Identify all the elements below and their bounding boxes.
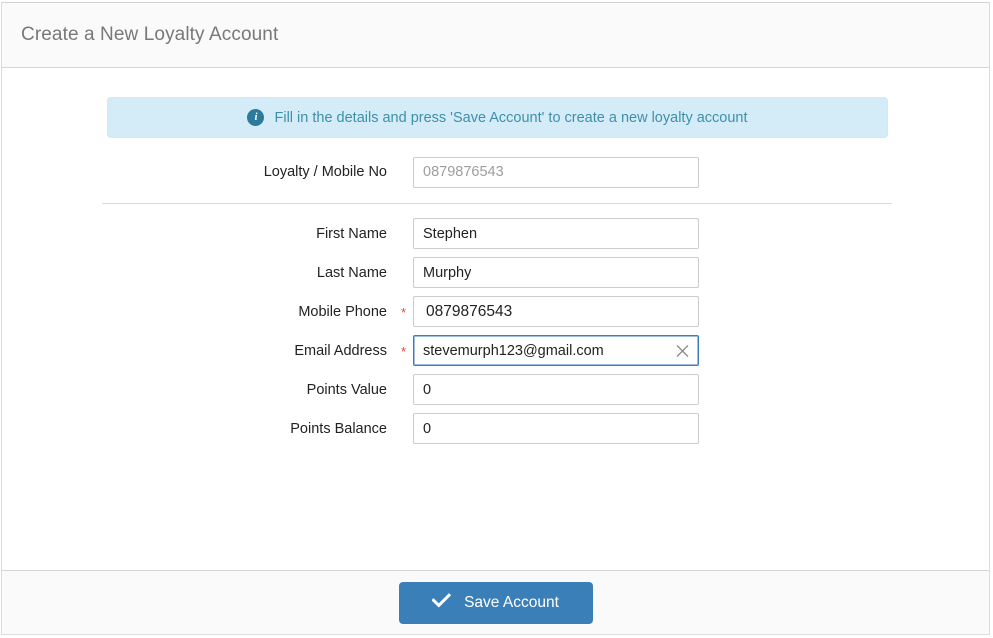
points-value-value: 0 <box>423 381 432 398</box>
page-title: Create a New Loyalty Account <box>21 24 279 45</box>
mobile-phone-input[interactable]: 0879876543 <box>413 296 699 327</box>
label-first-name: First Name <box>316 225 387 242</box>
email-address-value: stevemurph123@gmail.com <box>423 342 604 359</box>
save-account-button[interactable]: Save Account <box>398 581 593 624</box>
last-name-value: Murphy <box>423 264 472 281</box>
save-account-label: Save Account <box>464 593 559 611</box>
panel-body: i Fill in the details and press 'Save Ac… <box>2 68 989 570</box>
form-row-mobile-phone: Mobile Phone * 0879876543 <box>2 292 989 331</box>
form-row-loyalty-mobile-no: Loyalty / Mobile No 0879876543 <box>2 152 989 192</box>
loyalty-mobile-no-placeholder: 0879876543 <box>423 164 504 180</box>
label-loyalty-mobile-no: Loyalty / Mobile No <box>263 164 387 180</box>
info-circle-icon: i <box>247 109 265 126</box>
label-points-value: Points Value <box>306 381 387 398</box>
panel-footer: Save Account <box>2 570 989 634</box>
close-icon[interactable] <box>675 343 690 358</box>
form-row-last-name: Last Name Murphy <box>2 253 989 292</box>
last-name-input[interactable]: Murphy <box>413 257 699 288</box>
section-divider <box>102 203 892 204</box>
label-last-name: Last Name <box>316 264 387 281</box>
label-mobile-phone: Mobile Phone <box>298 303 387 320</box>
points-value-input[interactable]: 0 <box>413 374 699 405</box>
form-row-email-address: Email Address * stevemurph123@gmail.com <box>2 331 989 370</box>
required-indicator-mobile-phone: * <box>401 304 407 320</box>
form-row-points-balance: Points Balance 0 <box>2 409 989 448</box>
form-row-points-value: Points Value 0 <box>2 370 989 409</box>
first-name-value: Stephen <box>423 225 478 242</box>
label-email-address: Email Address <box>294 342 387 359</box>
first-name-input[interactable]: Stephen <box>413 218 699 249</box>
info-banner-text: Fill in the details and press 'Save Acco… <box>274 109 748 126</box>
points-balance-input[interactable]: 0 <box>413 413 699 444</box>
label-points-balance: Points Balance <box>290 420 387 437</box>
panel-header: Create a New Loyalty Account <box>2 3 989 68</box>
loyalty-mobile-no-input[interactable]: 0879876543 <box>413 156 699 188</box>
email-address-input[interactable]: stevemurph123@gmail.com <box>413 335 699 366</box>
required-indicator-email-address: * <box>401 343 407 359</box>
divider-wrapper <box>2 192 989 214</box>
info-banner: i Fill in the details and press 'Save Ac… <box>107 97 888 138</box>
check-icon <box>431 592 452 613</box>
info-banner-inner: i Fill in the details and press 'Save Ac… <box>247 109 748 126</box>
loyalty-account-panel: Create a New Loyalty Account i Fill in t… <box>1 2 990 635</box>
form-row-first-name: First Name Stephen <box>2 214 989 253</box>
points-balance-value: 0 <box>423 420 432 437</box>
mobile-phone-value: 0879876543 <box>426 302 513 320</box>
account-form: Loyalty / Mobile No 0879876543 First Nam… <box>2 152 989 448</box>
